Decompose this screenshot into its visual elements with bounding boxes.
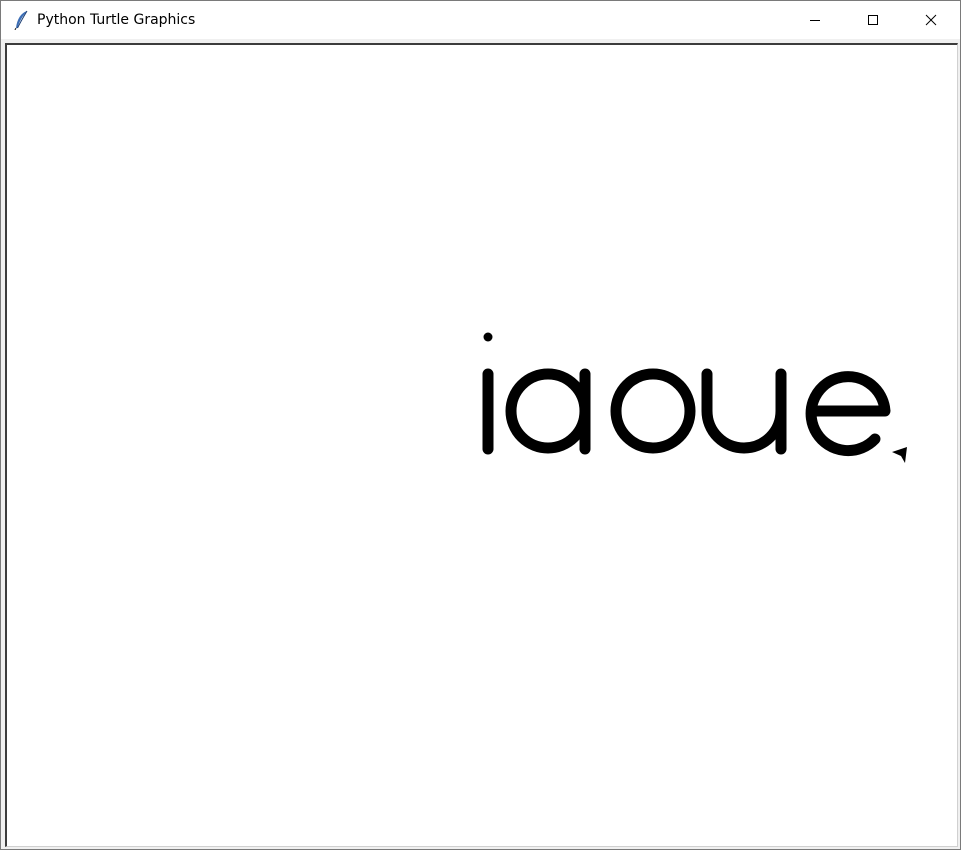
close-icon <box>925 14 937 26</box>
maximize-button[interactable] <box>844 1 902 39</box>
turtle-arrow-icon <box>892 447 907 463</box>
window-title: Python Turtle Graphics <box>37 12 196 28</box>
minimize-button[interactable] <box>786 1 844 39</box>
letter-e <box>805 371 891 457</box>
letter-u <box>701 368 787 455</box>
minimize-icon <box>809 14 821 26</box>
title-bar[interactable]: Python Turtle Graphics <box>1 1 960 39</box>
turtle-window: Python Turtle Graphics <box>0 0 961 850</box>
close-button[interactable] <box>902 1 960 39</box>
turtle-canvas[interactable]: iaoue <box>9 47 957 846</box>
turtle-drawing <box>482 332 907 463</box>
letter-a-bowl <box>505 368 591 454</box>
maximize-icon <box>867 14 879 26</box>
feather-icon <box>13 10 31 31</box>
canvas-frame: iaoue <box>5 43 958 847</box>
drawn-text: iaoue <box>478 333 479 334</box>
letter-i-dot <box>483 332 493 342</box>
letter-o <box>610 368 696 454</box>
